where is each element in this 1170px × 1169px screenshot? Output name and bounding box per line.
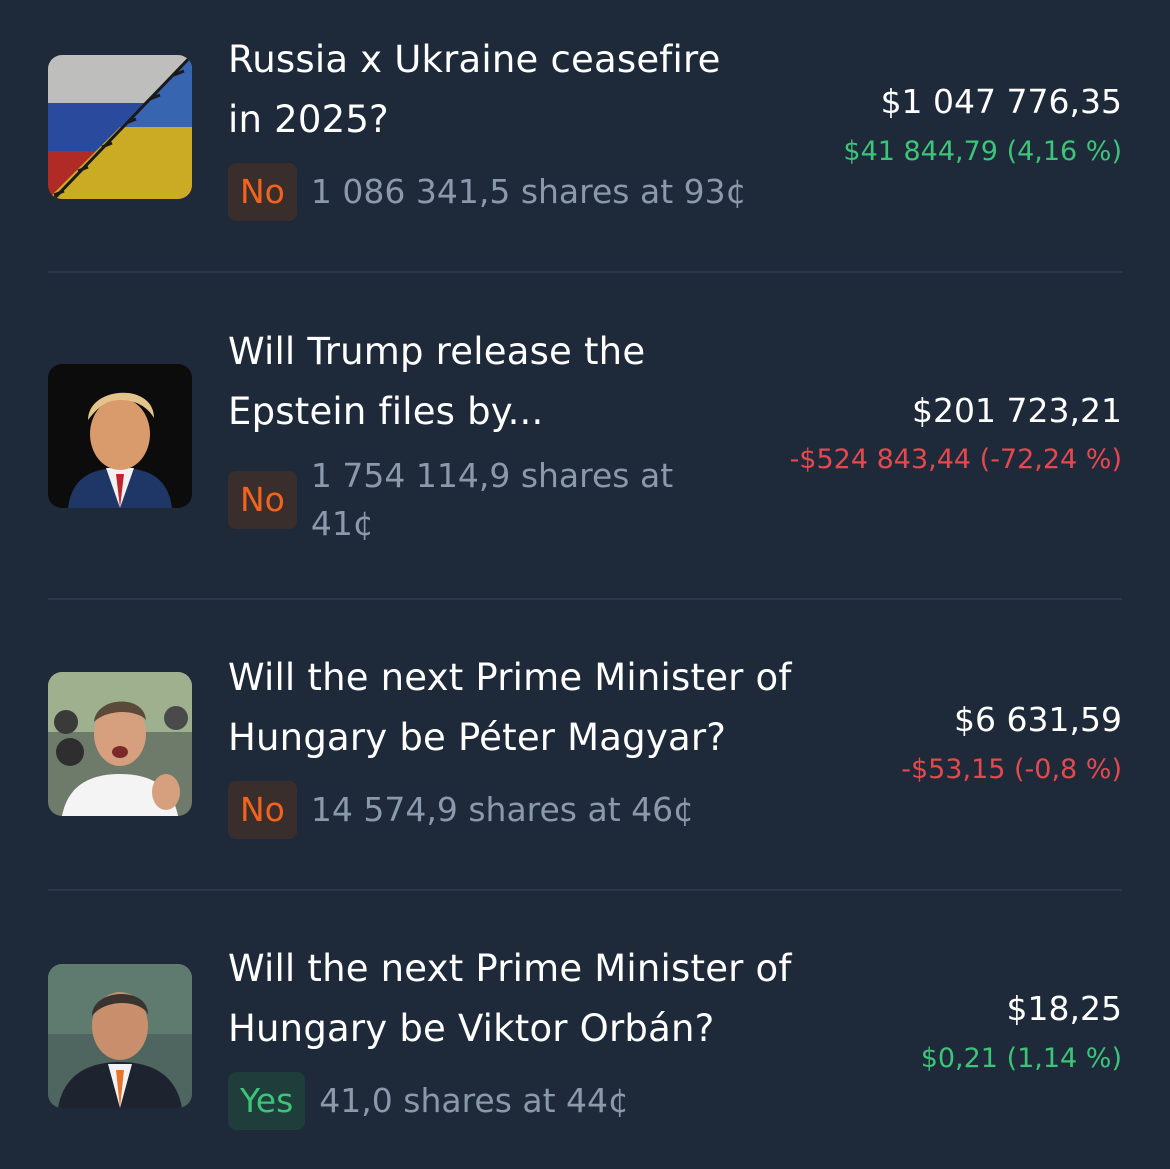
title-line: Will the next Prime Minister of	[228, 947, 792, 990]
position-row[interactable]: Will Trump release the Epstein files by.…	[48, 272, 1122, 600]
outcome-badge: No	[228, 781, 297, 839]
position-pnl: -$53,15 (-0,8 %)	[901, 754, 1122, 785]
outcome-badge: No	[228, 163, 297, 221]
shares-text: 41,0 shares at 44¢	[319, 1081, 630, 1120]
position-row[interactable]: Will the next Prime Minister of Hungary …	[48, 891, 1122, 1169]
position-value: $18,25	[1006, 989, 1122, 1028]
portrait-icon	[48, 364, 192, 508]
shares-text: 1 086 341,5 shares at 93¢	[310, 172, 747, 211]
position-row[interactable]: Will the next Prime Minister of Hungary …	[48, 600, 1122, 890]
outcome-badge: No	[228, 471, 297, 529]
shares-text: 14 574,9 shares at 46¢	[310, 790, 695, 829]
position-meta: No 1 754 114,9 shares at 41¢	[228, 452, 731, 548]
position-title: Russia x Ukraine ceasefire in 2025?	[228, 30, 721, 150]
position-pnl: -$524 843,44 (-72,24 %)	[789, 444, 1122, 475]
russia-ukraine-flag-image	[48, 55, 192, 199]
position-pnl: $41 844,79 (4,16 %)	[843, 136, 1122, 167]
title-line: Hungary be Viktor Orbán?	[228, 1007, 715, 1050]
position-value: $1 047 776,35	[880, 82, 1122, 121]
position-meta: Yes 41,0 shares at 44¢	[228, 1072, 629, 1130]
position-value: $6 631,59	[954, 700, 1122, 739]
title-line: Will Trump release the	[228, 330, 646, 373]
title-line: Hungary be Péter Magyar?	[228, 716, 727, 759]
trump-portrait-image	[48, 364, 192, 508]
shares-text: 1 754 114,9 shares at 41¢	[310, 456, 674, 543]
positions-list: Russia x Ukraine ceasefire in 2025? No 1…	[0, 0, 1170, 1169]
outcome-badge: Yes	[228, 1072, 306, 1130]
position-value: $201 723,21	[912, 391, 1122, 430]
position-title: Will the next Prime Minister of Hungary …	[228, 939, 792, 1059]
position-row[interactable]: Russia x Ukraine ceasefire in 2025? No 1…	[48, 0, 1122, 272]
title-line: Russia x Ukraine ceasefire	[228, 38, 721, 81]
portrait-icon	[48, 672, 192, 816]
magyar-portrait-image	[48, 672, 192, 816]
flag-icon	[48, 55, 192, 199]
position-pnl: $0,21 (1,14 %)	[920, 1043, 1122, 1074]
position-meta: No 14 574,9 shares at 46¢	[228, 781, 694, 839]
title-line: Will the next Prime Minister of	[228, 656, 792, 699]
title-line: in 2025?	[228, 98, 389, 141]
orban-portrait-image	[48, 964, 192, 1108]
portrait-icon	[48, 964, 192, 1108]
position-meta: No 1 086 341,5 shares at 93¢	[228, 163, 747, 221]
title-line: Epstein files by...	[228, 390, 544, 433]
position-title: Will Trump release the Epstein files by.…	[228, 322, 645, 442]
position-title: Will the next Prime Minister of Hungary …	[228, 648, 792, 768]
